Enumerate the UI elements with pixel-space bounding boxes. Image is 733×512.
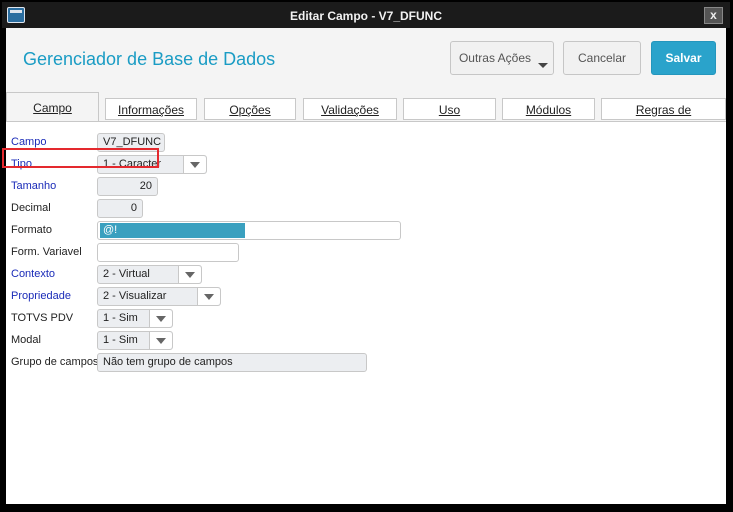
contexto-select[interactable]: 2 - Virtual	[97, 265, 202, 284]
highlight-box	[2, 148, 159, 168]
save-button[interactable]: Salvar	[651, 41, 716, 75]
grupo-campos-field[interactable]: Não tem grupo de campos	[97, 353, 367, 372]
modal-value: 1 - Sim	[103, 334, 138, 346]
tab-uso[interactable]: Uso	[403, 98, 496, 120]
chevron-down-icon[interactable]	[149, 332, 172, 349]
propriedade-value: 2 - Visualizar	[103, 290, 167, 302]
formato-label: Formato	[11, 224, 52, 236]
grupo-campos-label: Grupo de campos	[11, 356, 99, 368]
form-panel: Campo V7_DFUNC Tipo 1 - Caracter Tamanho…	[6, 121, 726, 504]
window-title: Editar Campo - V7_DFUNC	[289, 9, 443, 23]
campo-label: Campo	[11, 136, 47, 148]
propriedade-label: Propriedade	[11, 290, 71, 302]
title-bar: Editar Campo - V7_DFUNC x	[2, 2, 730, 28]
form-variavel-label: Form. Variavel	[11, 246, 82, 258]
more-actions-button[interactable]: Outras Ações	[450, 41, 554, 75]
contexto-label: Contexto	[11, 268, 56, 280]
dialog-body: Gerenciador de Base de Dados Outras Açõe…	[6, 28, 726, 504]
totvs-pdv-value: 1 - Sim	[103, 312, 138, 324]
tab-validacoes[interactable]: Validações	[303, 98, 397, 120]
form-variavel-field[interactable]	[97, 243, 239, 262]
tab-bar: Campo Informações Opções Validações Uso …	[6, 90, 726, 139]
tab-regras-dependencia[interactable]: Regras de dependência	[601, 98, 726, 139]
chevron-down-icon[interactable]	[178, 266, 201, 283]
tab-modulos[interactable]: Módulos	[502, 98, 595, 120]
more-actions-label: Outras Ações	[458, 51, 532, 65]
totvs-pdv-select[interactable]: 1 - Sim	[97, 309, 173, 328]
page-title: Gerenciador de Base de Dados	[23, 49, 276, 69]
totvs-pdv-label: TOTVS PDV	[11, 312, 74, 324]
formato-field[interactable]: @!	[97, 221, 401, 240]
modal-select[interactable]: 1 - Sim	[97, 331, 173, 350]
tamanho-field[interactable]: 20	[97, 177, 158, 196]
tab-informacoes[interactable]: Informações	[105, 98, 197, 120]
chevron-down-icon[interactable]	[149, 310, 172, 327]
decimal-label: Decimal	[11, 202, 51, 214]
cancel-button[interactable]: Cancelar	[563, 41, 641, 75]
chevron-down-icon[interactable]	[183, 156, 206, 173]
tab-campo[interactable]: Campo	[6, 92, 99, 123]
propriedade-select[interactable]: 2 - Visualizar	[97, 287, 221, 306]
tamanho-label: Tamanho	[11, 180, 57, 192]
chevron-down-icon[interactable]	[197, 288, 220, 305]
contexto-value: 2 - Virtual	[103, 268, 150, 280]
modal-label: Modal	[11, 334, 41, 346]
close-window-button[interactable]: x	[704, 7, 723, 24]
tab-opcoes[interactable]: Opções	[204, 98, 296, 120]
header: Gerenciador de Base de Dados Outras Açõe…	[6, 28, 726, 90]
decimal-field[interactable]: 0	[97, 199, 143, 218]
formato-selected-text: @!	[100, 223, 245, 238]
chevron-down-icon	[538, 63, 548, 68]
